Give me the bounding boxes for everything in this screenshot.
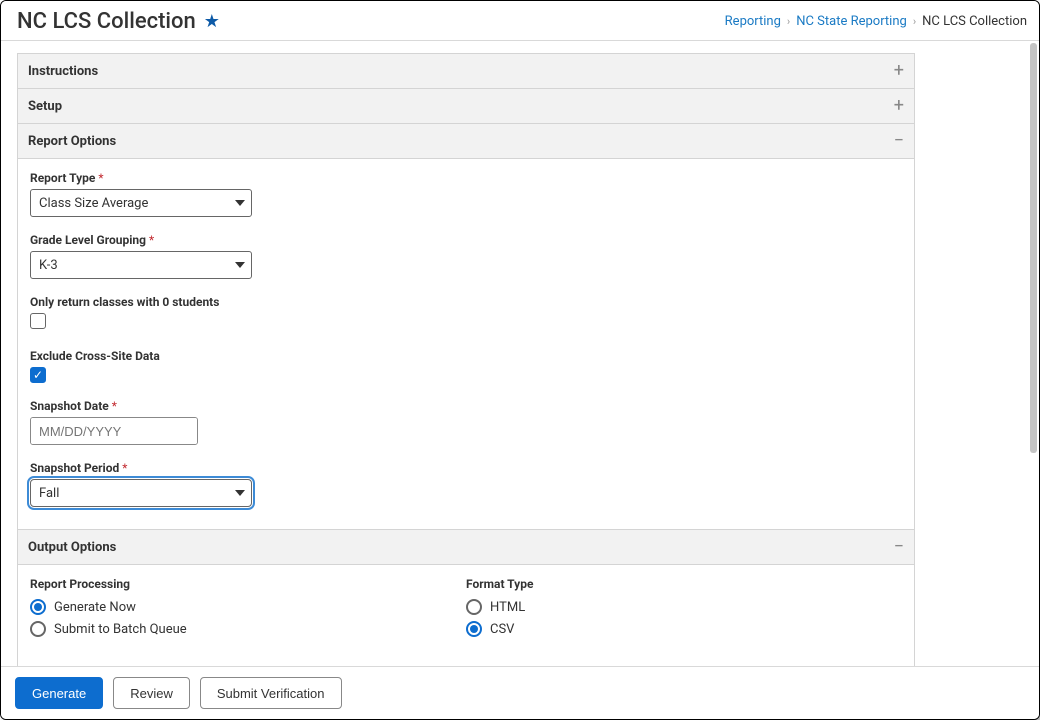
footer-bar: Generate Review Submit Verification <box>1 666 1039 719</box>
label-text: Snapshot Period <box>30 461 119 475</box>
breadcrumb-reporting[interactable]: Reporting <box>725 14 781 29</box>
field-only-zero-students: Only return classes with 0 students <box>30 295 902 333</box>
label-text: Grade Level Grouping <box>30 233 146 247</box>
output-options-body: Report Processing Generate Now Submit to… <box>17 565 915 666</box>
label-text: Snapshot Date <box>30 399 109 413</box>
grade-grouping-label: Grade Level Grouping * <box>30 233 902 247</box>
field-report-type: Report Type * Class Size Average <box>30 171 902 217</box>
required-marker: * <box>122 461 127 475</box>
radio-generate-now[interactable]: Generate Now <box>30 599 466 615</box>
radio-icon <box>30 621 46 637</box>
report-processing-col: Report Processing Generate Now Submit to… <box>30 577 466 643</box>
chevron-down-icon <box>235 490 245 496</box>
report-type-value: Class Size Average <box>39 196 148 211</box>
field-snapshot-period: Snapshot Period * Fall <box>30 461 902 507</box>
section-output-options[interactable]: Output Options − <box>17 530 915 565</box>
minus-icon: − <box>894 538 904 556</box>
page-header: NC LCS Collection ★ Reporting › NC State… <box>1 1 1039 41</box>
exclude-cross-checkbox[interactable]: ✓ <box>30 367 46 383</box>
radio-label: Generate Now <box>54 600 136 615</box>
output-row: Report Processing Generate Now Submit to… <box>30 577 902 643</box>
radio-format-html[interactable]: HTML <box>466 599 902 615</box>
report-type-label: Report Type * <box>30 171 902 185</box>
plus-icon: + <box>894 62 904 80</box>
report-type-select[interactable]: Class Size Average <box>30 189 252 217</box>
section-report-options-label: Report Options <box>28 134 116 149</box>
snapshot-period-select[interactable]: Fall <box>30 479 252 507</box>
chevron-down-icon <box>235 262 245 268</box>
scrollbar[interactable] <box>1027 43 1037 666</box>
radio-submit-batch[interactable]: Submit to Batch Queue <box>30 621 466 637</box>
snapshot-date-input[interactable] <box>31 418 198 444</box>
section-setup-label: Setup <box>28 99 62 114</box>
radio-icon <box>30 599 46 615</box>
section-output-options-label: Output Options <box>28 540 116 555</box>
breadcrumb-current: NC LCS Collection <box>922 14 1027 29</box>
radio-format-csv[interactable]: CSV <box>466 621 902 637</box>
star-icon[interactable]: ★ <box>204 13 220 31</box>
body-area: Instructions + Setup + Report Options − … <box>1 41 1039 666</box>
snapshot-period-value: Fall <box>39 486 59 501</box>
only-zero-checkbox[interactable] <box>30 313 46 329</box>
radio-label: Submit to Batch Queue <box>54 622 187 637</box>
required-marker: * <box>112 399 117 413</box>
only-zero-label: Only return classes with 0 students <box>30 295 902 309</box>
page-title-text: NC LCS Collection <box>17 9 196 34</box>
chevron-right-icon: › <box>787 15 790 28</box>
grade-grouping-select[interactable]: K-3 <box>30 251 252 279</box>
report-processing-label: Report Processing <box>30 577 466 591</box>
breadcrumb-state-reporting[interactable]: NC State Reporting <box>796 14 907 29</box>
section-instructions[interactable]: Instructions + <box>17 54 915 89</box>
scrollbar-thumb[interactable] <box>1030 43 1037 453</box>
format-type-col: Format Type HTML CSV <box>466 577 902 643</box>
app-window: NC LCS Collection ★ Reporting › NC State… <box>0 0 1040 720</box>
required-marker: * <box>149 233 154 247</box>
section-instructions-label: Instructions <box>28 64 98 79</box>
exclude-cross-label: Exclude Cross-Site Data <box>30 349 902 363</box>
submit-verification-button[interactable]: Submit Verification <box>200 677 342 709</box>
radio-label: HTML <box>490 600 525 615</box>
field-grade-grouping: Grade Level Grouping * K-3 <box>30 233 902 279</box>
report-options-body: Report Type * Class Size Average Grade L… <box>17 159 915 530</box>
chevron-right-icon: › <box>913 15 916 28</box>
page-title: NC LCS Collection ★ <box>17 9 220 34</box>
field-exclude-cross-site: Exclude Cross-Site Data ✓ <box>30 349 902 383</box>
radio-icon <box>466 599 482 615</box>
snapshot-period-label: Snapshot Period * <box>30 461 902 475</box>
label-text: Report Type <box>30 171 95 185</box>
generate-button[interactable]: Generate <box>15 677 103 709</box>
radio-label: CSV <box>490 622 514 637</box>
section-report-options[interactable]: Report Options − <box>17 124 915 159</box>
panel-wrap: Instructions + Setup + Report Options − … <box>17 53 915 666</box>
chevron-down-icon <box>235 200 245 206</box>
grade-grouping-value: K-3 <box>39 258 58 273</box>
review-button[interactable]: Review <box>113 677 190 709</box>
format-type-label: Format Type <box>466 577 902 591</box>
section-setup[interactable]: Setup + <box>17 89 915 124</box>
breadcrumb: Reporting › NC State Reporting › NC LCS … <box>725 14 1027 29</box>
snapshot-date-input-wrap <box>30 417 198 445</box>
snapshot-date-label: Snapshot Date * <box>30 399 902 413</box>
plus-icon: + <box>894 97 904 115</box>
radio-icon <box>466 621 482 637</box>
required-marker: * <box>98 171 103 185</box>
minus-icon: − <box>894 132 904 150</box>
field-snapshot-date: Snapshot Date * <box>30 399 902 445</box>
